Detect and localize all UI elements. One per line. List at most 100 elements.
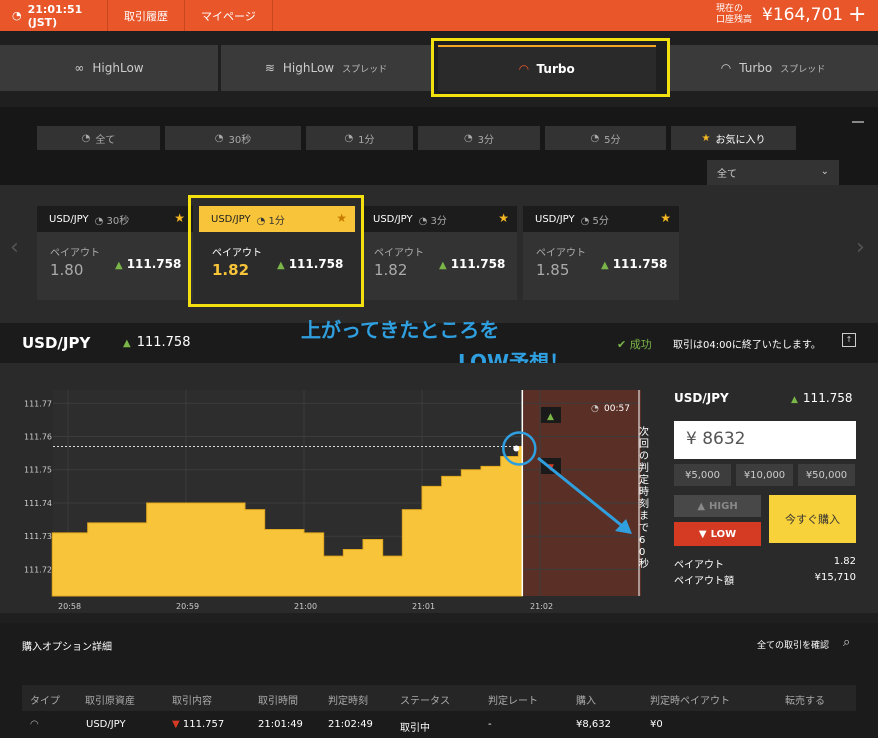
side-label-char: の [639,451,649,462]
high-button[interactable]: ▲ HIGH [674,495,761,517]
balance-label: 現在の 口座残高 [716,4,753,25]
check-icon: ✔ [617,338,630,351]
arrow-up-icon: ▲ [547,412,554,422]
deposit-plus-icon[interactable]: + [848,2,866,27]
highlow-spread-icon: ≋ [264,61,275,75]
clock-icon: ◔ [12,9,22,22]
asset-symbol: USD/JPY [22,334,91,352]
tab-highlow-spread[interactable]: ≋ HighLow スプレッド [221,45,431,91]
side-label-char: 0 [639,547,645,558]
current-price-dot [513,445,520,452]
x-tick-label: 20:58 [58,602,81,611]
side-label-char: 秒 [639,557,649,570]
y-tick-label: 111.77 [24,399,52,408]
side-label-char: 回 [639,438,649,450]
asset-dropdown[interactable]: 全て ⌄ [707,160,839,185]
chevron-down-icon: ⌄ [820,166,829,177]
arrow-down-icon: ▼ [698,528,707,540]
details-title: 購入オプション詳細 [22,642,112,653]
tab-highlow[interactable]: ∞ HighLow [0,45,218,91]
payout-label: ペイアウト [674,560,724,571]
clock-icon: ◔ [463,132,473,144]
clock-icon: ◔ [590,132,600,144]
highlow-icon: ∞ [74,61,85,75]
side-label-char: 時 [639,486,649,498]
asset-cards-row: ‹ › USD/JPY ◔ 30秒 ★ ペイアウト 1.80 ▲ 111.758 US… [0,185,878,323]
clock-icon: ◔ [214,132,224,144]
side-label-char: 次 [639,425,649,438]
top-bar: ◔ 21:01:51 (JST) 取引履歴 マイページ 現在の 口座残高 ¥16… [0,0,878,31]
payout-amount-label: ペイアウト額 [674,576,734,587]
search-icon[interactable]: ⌕ [843,635,850,650]
collapse-icon[interactable] [852,121,864,123]
star-icon[interactable]: ★ [660,211,671,225]
side-label-char: 刻 [639,497,649,510]
quick-10000-button[interactable]: ¥10,000 [736,464,793,486]
clock: ◔ 21:01:51 (JST) [0,0,108,31]
side-label-char: で [639,523,649,534]
filter-1m[interactable]: ◔ 1分 [306,126,413,150]
y-tick-label: 111.74 [24,499,52,508]
y-tick-label: 111.75 [24,466,52,475]
panel-symbol: USD/JPY [674,391,729,405]
filter-bar: ◔ 全て ◔ 30秒 ◔ 1分 ◔ 3分 ◔ 5分 ★ お気に入り 全て ⌄ [0,107,878,185]
star-icon[interactable]: ★ [174,211,185,225]
arrow-up-icon: ▲ [601,260,609,271]
clock-icon: ◔ [591,404,599,414]
clock-text: 21:01:51 (JST) [27,2,83,29]
arrow-up-icon: ▲ [439,260,447,271]
countdown-label: 00:57 [604,404,630,414]
expand-icon[interactable]: ↑ [842,333,856,347]
quick-5000-button[interactable]: ¥5,000 [674,464,731,486]
arrow-down-icon: ▼ [172,719,183,730]
asset-card-3m[interactable]: USD/JPY ◔ 3分 ★ ペイアウト 1.82 ▲ 111.758 [361,206,517,300]
status-text: 成功 [629,338,652,351]
y-tick-label: 111.73 [24,532,52,541]
nav-trade-history[interactable]: 取引履歴 [108,0,185,31]
balance-value: ¥164,701 [762,5,844,25]
view-all-trades-link[interactable]: 全ての取引を確認 [757,638,829,651]
chevron-left-icon[interactable]: ‹ [10,235,19,260]
star-icon[interactable]: ★ [498,211,509,225]
filter-favorites[interactable]: ★ お気に入り [671,126,796,150]
speedometer-icon: ◠ [30,719,39,730]
filter-30s[interactable]: ◔ 30秒 [165,126,301,150]
nav-my-page[interactable]: マイページ [185,0,273,31]
buy-now-button[interactable]: 今すぐ購入 [769,495,856,543]
y-tick-label: 111.76 [24,433,52,442]
side-label-char: ま [639,510,649,522]
star-icon: ★ [701,132,711,144]
filter-5m[interactable]: ◔ 5分 [545,126,666,150]
asset-card-30s[interactable]: USD/JPY ◔ 30秒 ★ ペイアウト 1.80 ▲ 111.758 [37,206,193,300]
panel-rate: 111.758 [802,391,853,405]
payout-amount-value: ¥15,710 [814,572,856,583]
arrow-up-icon: ▲ [697,500,706,512]
asset-rate: 111.758 [136,335,191,350]
side-label-char: 6 [639,535,645,546]
tab-turbo-spread[interactable]: ◠ Turbo スプレッド [668,45,878,91]
amount-input[interactable]: ¥ 8632 [674,421,856,459]
table-header: タイプ 取引原資産 取引内容 取引時間 判定時刻 ステータス 判定レート 購入 … [22,685,856,711]
quick-50000-button[interactable]: ¥50,000 [798,464,855,486]
price-chart[interactable]: 111.77 111.76 111.75 111.74 111.73 111.72 20:5… [0,363,663,613]
payout-value: 1.82 [374,261,408,279]
trade-panel: USD/JPY ▲ 111.758 ¥ 8632 ¥5,000 ¥10,000 ¥… [663,363,878,613]
clock-icon: ◔ [344,132,354,144]
filter-3m[interactable]: ◔ 3分 [418,126,540,150]
payout-value: 1.85 [536,261,570,279]
side-label-char: 定 [639,473,649,486]
x-tick-label: 21:01 [412,602,435,611]
annotation-line-1: 上がってきたところを [301,318,500,342]
arrow-up-icon: ▲ [791,395,798,405]
clock-icon: ◔ [81,132,91,144]
payout-value: 1.80 [50,261,84,279]
low-button[interactable]: ▼ LOW [674,522,761,546]
filter-all[interactable]: ◔ 全て [37,126,160,150]
asset-card-5m[interactable]: USD/JPY ◔ 5分 ★ ペイアウト 1.85 ▲ 111.758 [523,206,679,300]
arrow-up-icon: ▲ [123,338,131,349]
arrow-up-icon: ▲ [115,260,123,271]
x-tick-label: 20:59 [176,602,199,611]
chevron-right-icon[interactable]: › [856,235,865,260]
y-tick-label: 111.72 [24,565,52,574]
x-tick-label: 21:00 [294,602,317,611]
